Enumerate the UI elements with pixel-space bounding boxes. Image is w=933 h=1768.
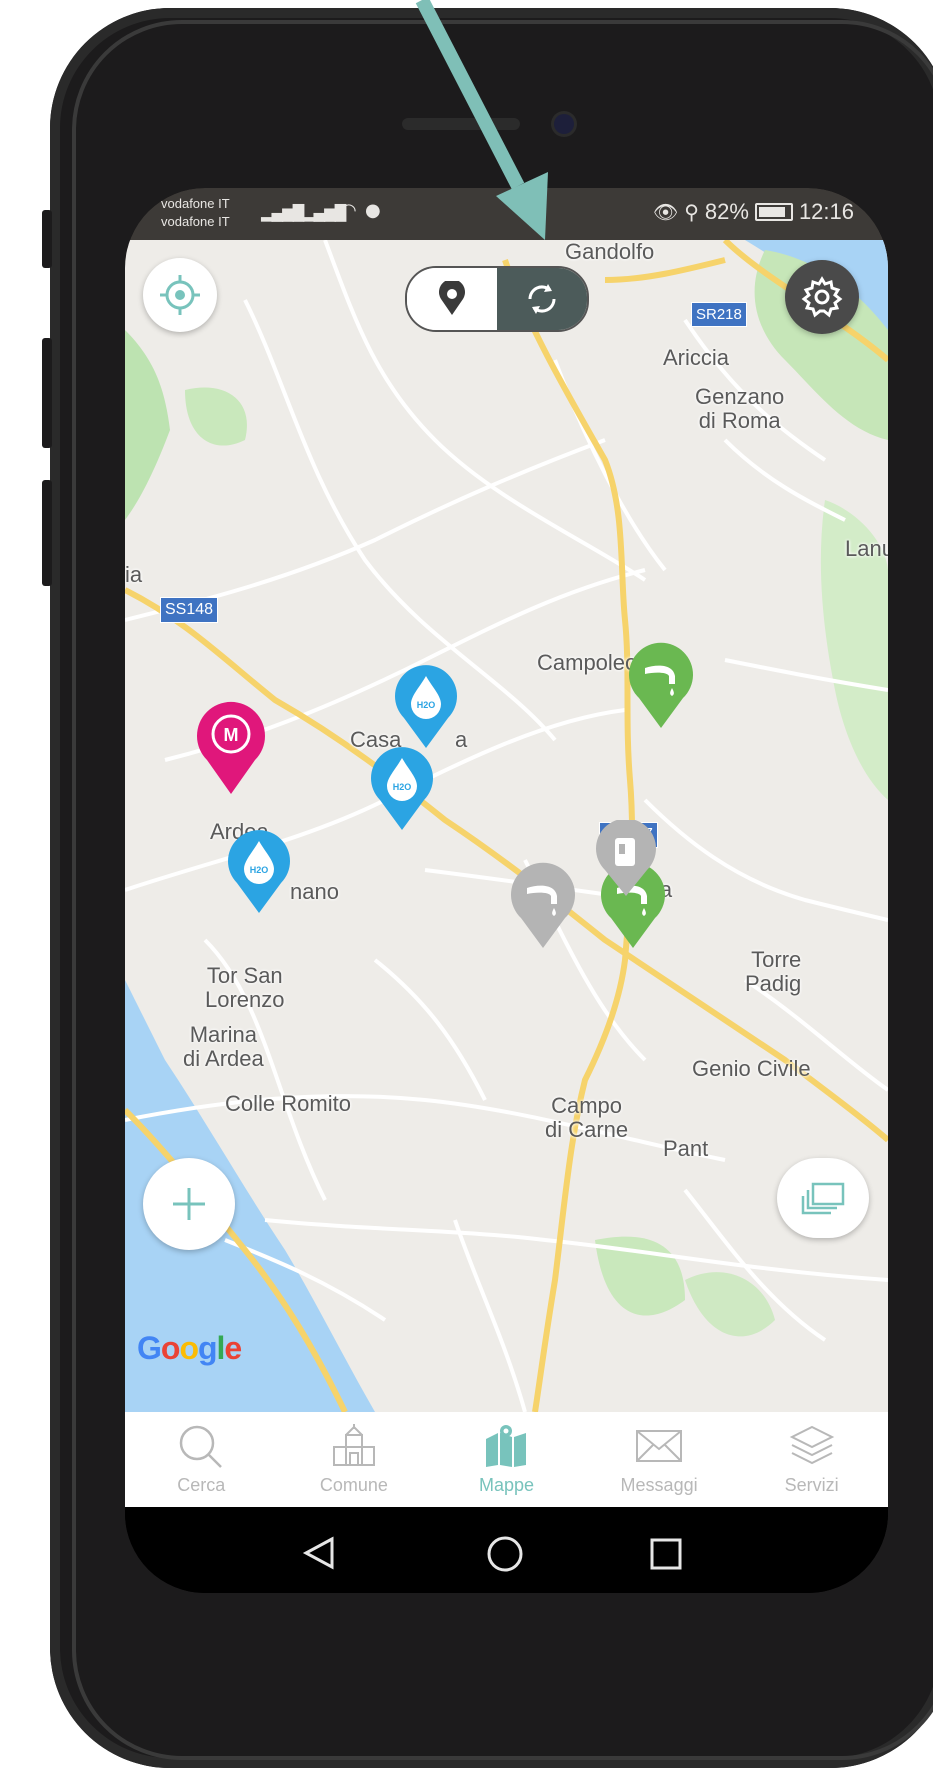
tab-servizi-label: Servizi — [784, 1475, 839, 1495]
back-icon[interactable] — [300, 1535, 336, 1571]
search-icon — [180, 1425, 223, 1468]
gear-icon — [801, 276, 843, 318]
place-campo-di-carne: Campo di Carne — [545, 1093, 629, 1142]
list-view-button[interactable] — [777, 1158, 869, 1238]
town-hall-icon — [332, 1424, 375, 1466]
pin-fountain-inactive[interactable] — [507, 860, 579, 952]
pin-fountain-1[interactable] — [625, 640, 697, 732]
layers-icon — [789, 1425, 834, 1465]
place-tor-san-lorenzo: Tor San Lorenzo — [205, 963, 285, 1012]
cards-icon — [801, 1182, 845, 1215]
plus-icon — [173, 1188, 205, 1220]
pin-water-3[interactable]: H2O — [224, 827, 294, 917]
add-button[interactable] — [143, 1158, 235, 1250]
tab-mappe[interactable]: Mappe — [430, 1412, 583, 1507]
pin-water-1[interactable]: H2O — [391, 662, 461, 752]
toggle-refresh-mode[interactable] — [497, 268, 587, 330]
tab-messaggi-label: Messaggi — [620, 1475, 698, 1495]
pin-water-1-label: H2O — [417, 700, 436, 710]
google-logo: Google — [137, 1330, 242, 1366]
place-pant: Pant — [663, 1136, 709, 1161]
home-icon[interactable] — [486, 1535, 524, 1573]
place-marina-di-ardea: Marina di Ardea — [183, 1022, 264, 1071]
place-torre-padig: Torre Padig — [745, 947, 802, 996]
view-toggle[interactable] — [405, 266, 589, 332]
pin-dispenser-inactive[interactable] — [593, 820, 659, 900]
tab-comune[interactable]: Comune — [278, 1412, 431, 1507]
annotation-arrow — [415, 0, 548, 240]
locate-button[interactable] — [143, 258, 217, 332]
tab-mappe-label: Mappe — [478, 1475, 534, 1495]
pin-water-2[interactable]: H2O — [367, 744, 437, 834]
pin-water-2-label: H2O — [393, 782, 412, 792]
refresh-icon — [528, 284, 556, 314]
tab-comune-label: Comune — [319, 1475, 388, 1495]
map-icon — [486, 1425, 527, 1467]
tab-messaggi[interactable]: Messaggi — [583, 1412, 736, 1507]
tab-cerca[interactable]: Cerca — [125, 1412, 278, 1507]
toggle-pin-mode[interactable] — [407, 268, 497, 330]
map-pin-icon — [439, 281, 465, 315]
mail-icon — [636, 1430, 683, 1462]
place-genzano: Genzano di Roma — [695, 384, 785, 433]
pin-water-3-label: H2O — [250, 865, 269, 875]
phone-volume-up — [42, 338, 52, 448]
place-ariccia: Ariccia — [663, 345, 730, 370]
settings-button[interactable] — [785, 260, 859, 334]
place-genio-civile: Genio Civile — [692, 1056, 811, 1081]
place-nano: nano — [290, 879, 339, 904]
tab-servizi[interactable]: Servizi — [735, 1412, 888, 1507]
road-shield-ss148: SS148 — [160, 597, 219, 623]
place-colle-romito: Colle Romito — [225, 1091, 351, 1116]
map-view[interactable]: Gandolfo Pavona Ariccia Genzano di Roma … — [125, 240, 888, 1412]
phone-screen: vodafone IT vodafone IT ▂▄▆█ ▂▄▆█ ◠ ● 👁 … — [125, 188, 888, 1593]
pin-metro-label: M — [224, 725, 239, 745]
place-lanuv: Lanuv — [845, 536, 888, 561]
phone-volume-down — [42, 480, 52, 586]
place-ia: ia — [125, 562, 143, 587]
recents-icon[interactable] — [649, 1537, 683, 1571]
pin-metro[interactable]: M — [193, 698, 269, 798]
bottom-tab-bar: Cerca Comune Mappe Messaggi Servizi — [125, 1412, 888, 1507]
target-icon — [160, 275, 200, 315]
road-shield-sr218: SR218 — [691, 302, 747, 327]
android-nav-bar — [125, 1507, 888, 1593]
tab-cerca-label: Cerca — [177, 1475, 226, 1495]
